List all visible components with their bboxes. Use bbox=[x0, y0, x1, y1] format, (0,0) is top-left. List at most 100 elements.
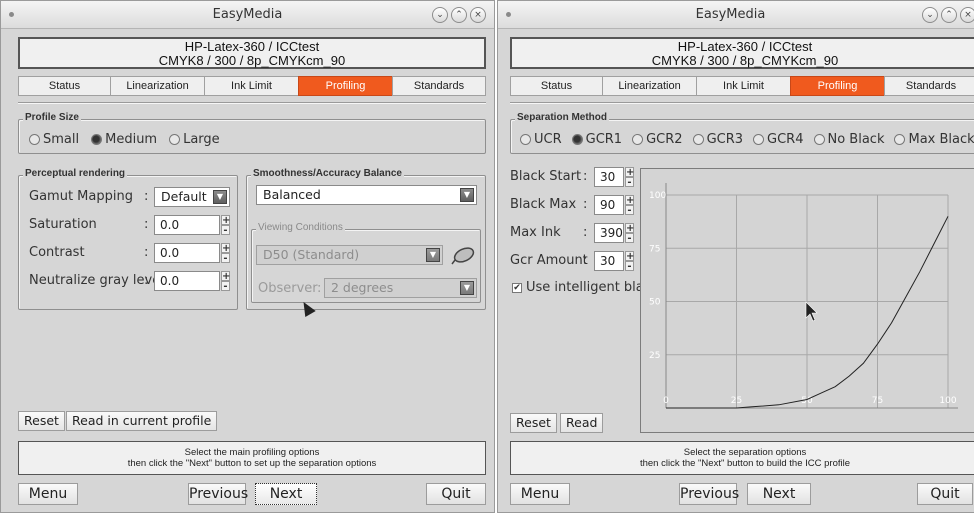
black-start-stepper[interactable]: + - bbox=[625, 167, 634, 188]
gcr-amount-input[interactable]: 30 bbox=[594, 251, 624, 271]
max-ink-input[interactable]: 390 bbox=[594, 223, 624, 243]
gcr-amount-label: Gcr Amount bbox=[510, 253, 588, 268]
observer-label: Observer bbox=[258, 281, 318, 296]
menu-button[interactable]: Menu bbox=[18, 483, 78, 505]
radio-medium[interactable]: Medium bbox=[91, 132, 157, 147]
window-title: EasyMedia bbox=[695, 7, 766, 22]
saturation-label: Saturation bbox=[29, 217, 97, 232]
previous-button[interactable]: Previous bbox=[679, 483, 739, 505]
tab-profiling[interactable]: Profiling bbox=[790, 76, 885, 96]
reset-button[interactable]: Reset bbox=[18, 411, 65, 431]
black-max-input[interactable]: 90 bbox=[594, 195, 624, 215]
radio-large[interactable]: Large bbox=[169, 132, 220, 147]
tab-linearization[interactable]: Linearization bbox=[602, 76, 697, 96]
chart-x-tick-label: 0 bbox=[663, 396, 669, 406]
radio-max-black[interactable]: Max Black bbox=[894, 132, 974, 147]
read-current-profile-button[interactable]: Read in current profile bbox=[66, 411, 218, 431]
radio-ucr[interactable]: UCR bbox=[520, 132, 562, 147]
observer-select[interactable]: 2 degrees ▼ bbox=[324, 278, 477, 298]
chevron-down-icon: ▼ bbox=[426, 248, 440, 262]
illuminant-select[interactable]: D50 (Standard) ▼ bbox=[256, 245, 443, 265]
chevron-down-icon: ▼ bbox=[213, 190, 227, 204]
contrast-input[interactable]: 0.0 bbox=[154, 243, 220, 263]
gamut-mapping-select[interactable]: Default ▼ bbox=[154, 187, 230, 207]
maximize-icon[interactable]: ⌃ bbox=[451, 7, 467, 23]
reset-button[interactable]: Reset bbox=[510, 413, 557, 433]
chart-y-tick-label: 50 bbox=[649, 298, 661, 308]
neutralize-input[interactable]: 0.0 bbox=[154, 271, 220, 291]
tab-standards[interactable]: Standards bbox=[884, 76, 974, 96]
tab-bar: Status Linearization Ink Limit Profiling… bbox=[18, 76, 486, 96]
quit-button[interactable]: Quit bbox=[426, 483, 486, 505]
tab-ink-limit[interactable]: Ink Limit bbox=[204, 76, 299, 96]
chart-x-tick-label: 75 bbox=[872, 396, 883, 406]
contrast-stepper[interactable]: + - bbox=[221, 243, 230, 264]
next-button[interactable]: Next bbox=[747, 483, 811, 505]
black-start-input[interactable]: 30 bbox=[594, 167, 624, 187]
tab-standards[interactable]: Standards bbox=[392, 76, 486, 96]
maximize-icon[interactable]: ⌃ bbox=[941, 7, 957, 23]
intelligent-black-checkbox[interactable]: ✔ Use intelligent black bbox=[512, 280, 658, 295]
divider bbox=[510, 102, 974, 104]
black-max-stepper[interactable]: + - bbox=[625, 195, 634, 216]
saturation-input[interactable]: 0.0 bbox=[154, 215, 220, 235]
read-button[interactable]: Read bbox=[560, 413, 604, 433]
title-bar: EasyMedia ⌄ ⌃ × bbox=[1, 1, 494, 29]
tab-status[interactable]: Status bbox=[510, 76, 603, 96]
checkmark-icon: ✔ bbox=[512, 282, 522, 293]
header-line2: CMYK8 / 300 / 8p_CMYKcm_90 bbox=[158, 53, 346, 68]
black-start-label: Black Start bbox=[510, 169, 582, 184]
chart-x-tick-label: 25 bbox=[731, 396, 742, 406]
previous-button[interactable]: Previous bbox=[188, 483, 248, 505]
saturation-stepper[interactable]: + - bbox=[221, 215, 230, 236]
minimize-icon[interactable]: ⌄ bbox=[432, 7, 448, 23]
mouse-cursor-icon bbox=[805, 301, 818, 322]
chevron-down-icon: ▼ bbox=[460, 281, 474, 295]
close-icon[interactable]: × bbox=[470, 7, 486, 23]
tab-linearization[interactable]: Linearization bbox=[110, 76, 205, 96]
easymedia-window-separation: EasyMedia ⌄ ⌃ × HP-Latex-360 / ICCtest C… bbox=[497, 0, 974, 513]
tab-status[interactable]: Status bbox=[18, 76, 111, 96]
viewing-conditions-title: Viewing Conditions bbox=[256, 222, 345, 233]
title-bar: EasyMedia ⌄ ⌃ × bbox=[498, 1, 974, 29]
gamut-mapping-label: Gamut Mapping bbox=[29, 189, 133, 204]
tab-ink-limit[interactable]: Ink Limit bbox=[696, 76, 791, 96]
profile-size-title: Profile Size bbox=[23, 112, 81, 123]
next-button[interactable]: Next bbox=[255, 483, 317, 505]
chart-y-tick-label: 100 bbox=[649, 191, 666, 201]
smoothness-title: Smoothness/Accuracy Balance bbox=[251, 168, 404, 179]
gcr-amount-stepper[interactable]: + - bbox=[625, 251, 634, 272]
chart-y-tick-label: 25 bbox=[649, 351, 660, 361]
perceptual-rendering-title: Perceptual rendering bbox=[23, 168, 128, 179]
header-line2: CMYK8 / 300 / 8p_CMYKcm_90 bbox=[651, 53, 839, 68]
radio-gcr3[interactable]: GCR3 bbox=[692, 132, 743, 147]
status-message: Select the separation options then click… bbox=[510, 441, 974, 475]
minimize-icon[interactable]: ⌄ bbox=[922, 7, 938, 23]
printer-header: HP-Latex-360 / ICCtest CMYK8 / 300 / 8p_… bbox=[510, 37, 974, 69]
radio-gcr1[interactable]: GCR1 bbox=[571, 132, 622, 147]
smoothness-select[interactable]: Balanced ▼ bbox=[256, 185, 477, 205]
neutralize-stepper[interactable]: + - bbox=[221, 271, 230, 292]
max-ink-stepper[interactable]: + - bbox=[625, 223, 634, 244]
radio-small[interactable]: Small bbox=[29, 132, 79, 147]
separation-method-title: Separation Method bbox=[515, 112, 610, 123]
quit-button[interactable]: Quit bbox=[917, 483, 973, 505]
gcr-curve-chart: 0 25 50 75 100 25 50 75 100 bbox=[640, 168, 974, 433]
chevron-down-icon: ▼ bbox=[460, 188, 474, 202]
divider bbox=[18, 102, 486, 104]
window-title: EasyMedia bbox=[212, 7, 283, 22]
radio-no-black[interactable]: No Black bbox=[813, 132, 884, 147]
menu-button[interactable]: Menu bbox=[510, 483, 570, 505]
radio-gcr4[interactable]: GCR4 bbox=[753, 132, 804, 147]
radio-gcr2[interactable]: GCR2 bbox=[632, 132, 683, 147]
easymedia-window-profile-size: EasyMedia ⌄ ⌃ × HP-Latex-360 / ICCtest C… bbox=[0, 0, 495, 513]
measure-icon[interactable] bbox=[450, 245, 476, 265]
black-max-label: Black Max bbox=[510, 197, 577, 212]
tab-profiling[interactable]: Profiling bbox=[298, 76, 393, 96]
gcr-curve-svg: 0 25 50 75 100255075100 bbox=[649, 183, 958, 409]
status-message: Select the main profiling options then c… bbox=[18, 441, 486, 475]
chart-y-tick-label: 75 bbox=[649, 244, 660, 254]
printer-header: HP-Latex-360 / ICCtest CMYK8 / 300 / 8p_… bbox=[18, 37, 486, 69]
contrast-label: Contrast bbox=[29, 245, 85, 260]
close-icon[interactable]: × bbox=[960, 7, 974, 23]
